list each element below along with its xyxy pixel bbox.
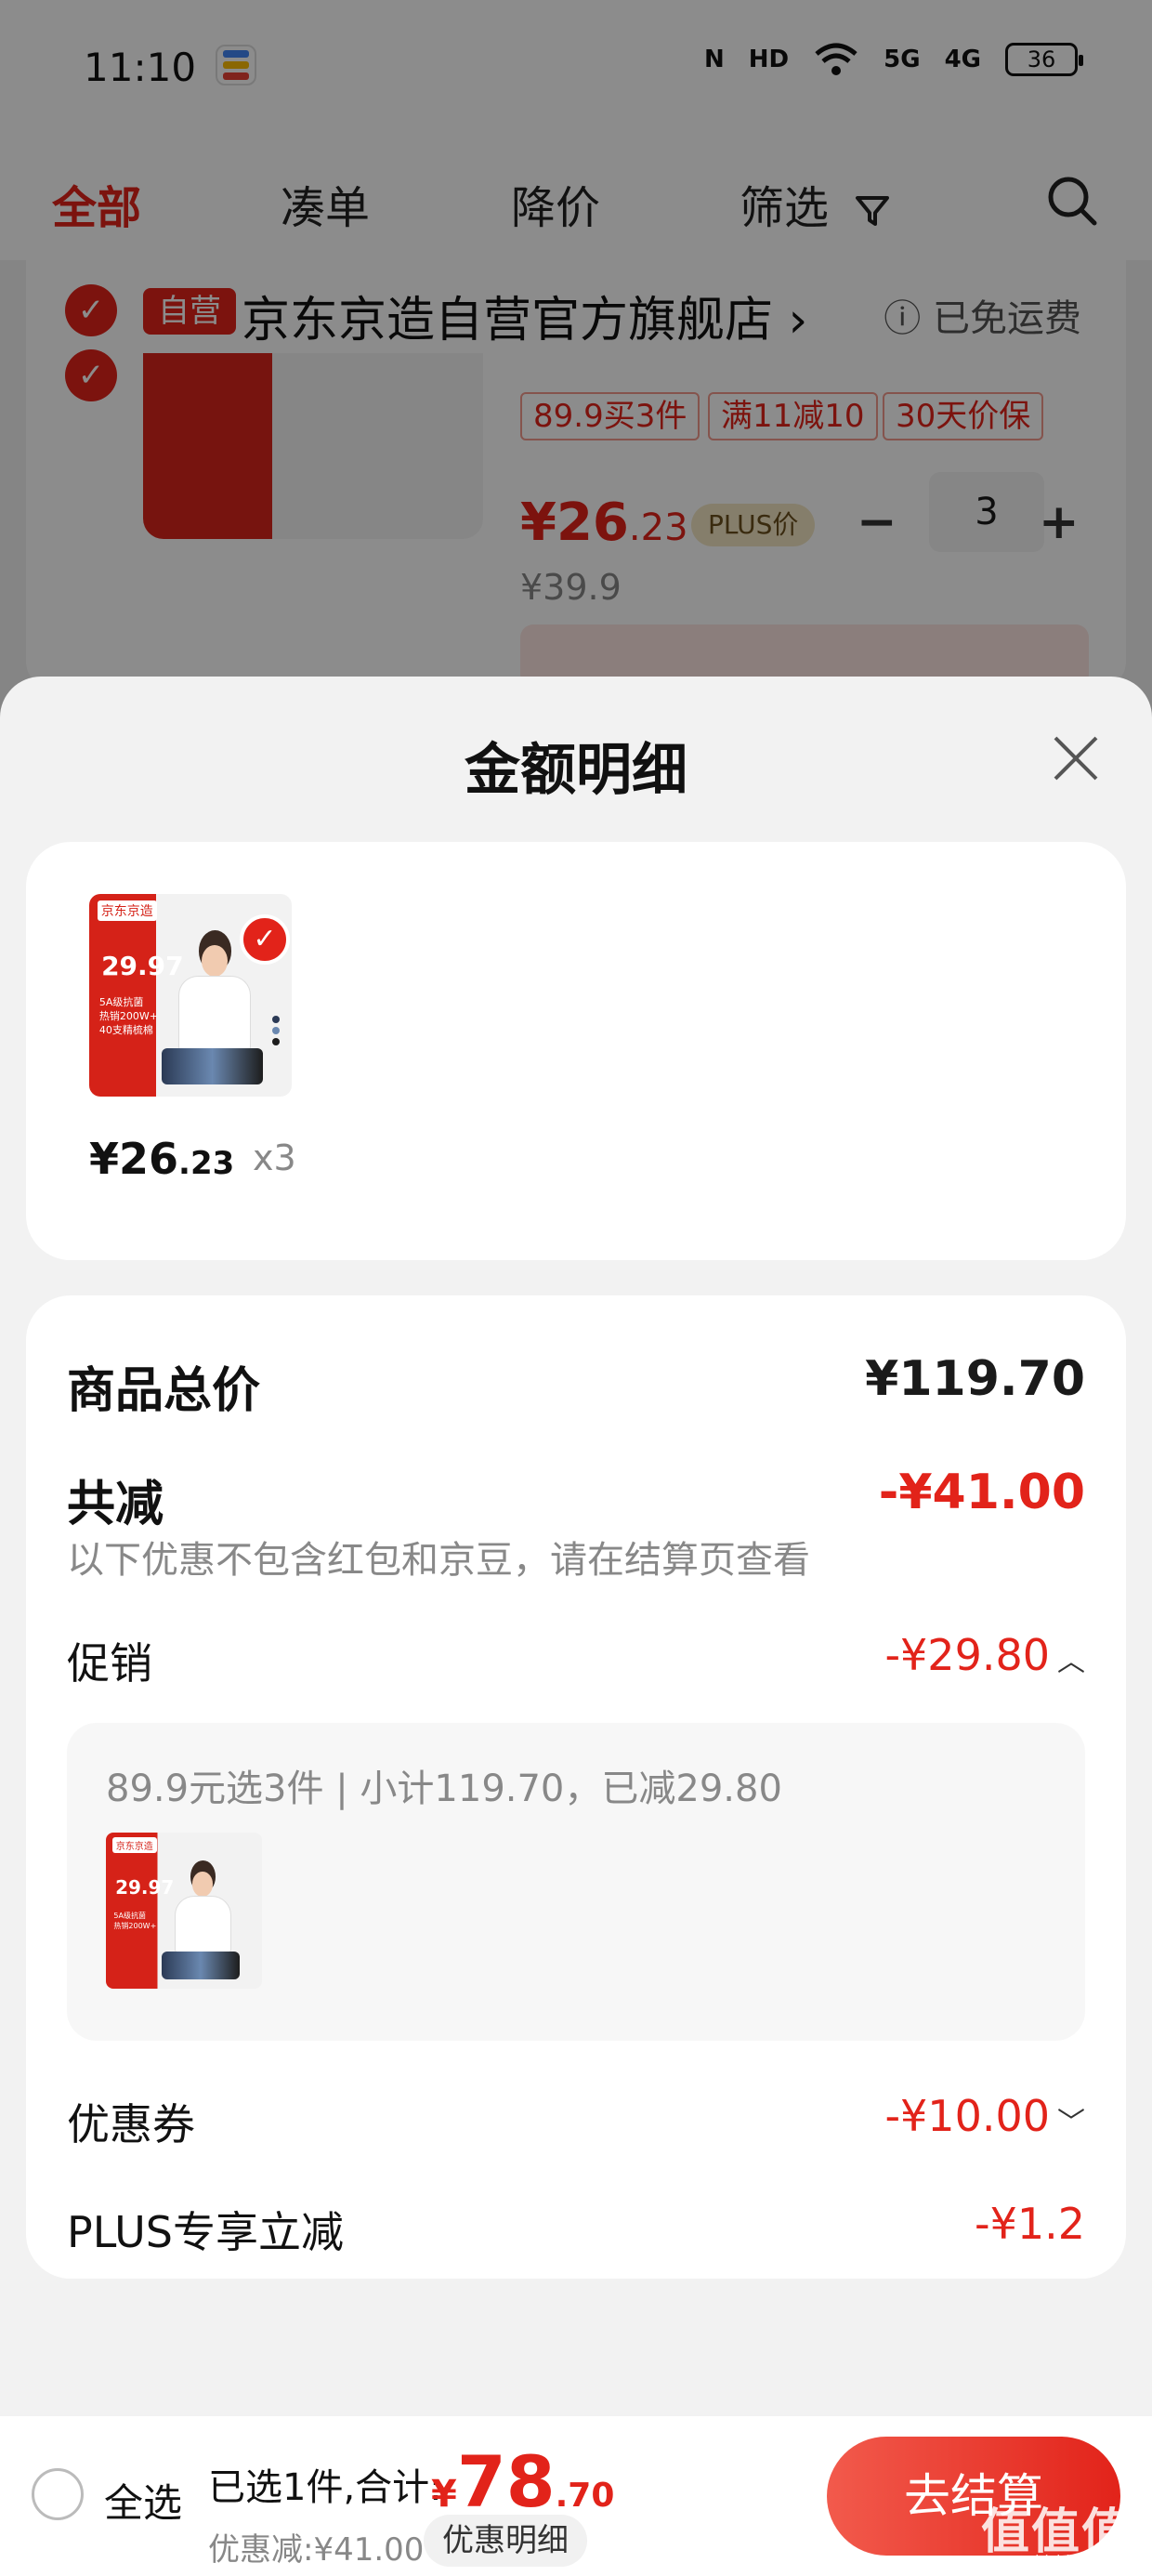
promotion-toggle[interactable]: -¥29.80 ︿ xyxy=(884,1630,1085,1680)
promotion-detail-box: 89.9元选3件 | 小计119.70，已减29.80 京东京造 29.97 5… xyxy=(67,1723,1085,2041)
item-price: ¥26.23 xyxy=(89,1134,234,1184)
promotion-label: 促销 xyxy=(67,1638,152,1689)
watermark-url: zhizhizhi.com xyxy=(1027,2552,1128,2569)
total-main: 78 xyxy=(456,2440,556,2523)
promotion-value: -¥29.80 xyxy=(884,1630,1050,1680)
thumb-price: 29.97 xyxy=(101,951,184,982)
selected-summary: 已选1件,合计: xyxy=(208,2466,442,2509)
thumb-line: 40支精梳棉 xyxy=(98,1024,153,1036)
color-dots xyxy=(271,1015,280,1049)
sheet-title: 金额明细 xyxy=(465,738,687,803)
pants-illustration xyxy=(162,1951,241,1979)
thumb-price: 29.97 xyxy=(115,1876,175,1899)
item-quantity: x3 xyxy=(253,1137,296,1178)
plus-discount-label: PLUS专享立减 xyxy=(67,2207,344,2257)
promotion-description: 89.9元选3件 | 小计119.70，已减29.80 xyxy=(106,1768,782,1810)
checkout-bar: 全选 已选1件,合计: ¥78.70 优惠减:¥41.00 优惠明细 去结算 值… xyxy=(0,2416,1152,2576)
thumb-line: 热销200W+ xyxy=(113,1922,157,1930)
item-price-decimal: .23 xyxy=(178,1145,235,1182)
discount-note: 以下优惠不包含红包和京豆，请在结算页查看 xyxy=(67,1539,810,1582)
discount-detail-button[interactable]: 优惠明细 xyxy=(424,2515,587,2567)
total-yen: ¥ xyxy=(431,2473,457,2516)
selected-check-icon: ✓ xyxy=(240,914,290,965)
price-summary-card: 商品总价 ¥119.70 共减 -¥41.00 以下优惠不包含红包和京豆，请在结… xyxy=(26,1295,1126,2279)
thumb-line: 热销200W+ xyxy=(98,1010,158,1022)
total-decimal: .70 xyxy=(555,2477,615,2515)
thumb-text: 5A级抗菌热销200W+ 40支精梳棉 xyxy=(99,995,158,1037)
goods-total-value: ¥119.70 xyxy=(865,1351,1085,1407)
selected-total: ¥78.70 xyxy=(431,2440,614,2523)
price-detail-sheet: 金额明细 京东京造 29.97 5A级抗菌 热销200W+ 40支精梳棉 ✓ ¥26… xyxy=(0,677,1152,2576)
discount-line: 优惠减:¥41.00 xyxy=(208,2531,425,2569)
coupon-value: -¥10.00 xyxy=(884,2091,1050,2141)
model-figure xyxy=(172,1860,234,1955)
pants-illustration xyxy=(162,1047,264,1084)
thumb-brand: 京东京造 xyxy=(97,900,157,921)
thumb-brand: 京东京造 xyxy=(111,1837,157,1854)
item-price-main: ¥26 xyxy=(89,1134,179,1184)
total-discount-label: 共减 xyxy=(67,1477,164,1532)
goods-total-label: 商品总价 xyxy=(67,1363,261,1419)
thumb-line: 5A级抗菌 xyxy=(98,996,144,1008)
coupon-toggle[interactable]: -¥10.00 ﹀ xyxy=(884,2091,1085,2141)
thumb-text: 5A级抗菌热销200W+ xyxy=(113,1911,156,1931)
promotion-product-thumbnail[interactable]: 京东京造 29.97 5A级抗菌热销200W+ xyxy=(106,1833,262,1989)
selected-items-card: 京东京造 29.97 5A级抗菌热销200W+ 40支精梳棉 ✓ ¥26.23 x… xyxy=(26,842,1126,1260)
coupon-label: 优惠券 xyxy=(67,2099,195,2149)
plus-discount-value: -¥1.2 xyxy=(974,2199,1085,2249)
thumb-line: 5A级抗菌 xyxy=(113,1912,146,1920)
product-thumbnail[interactable]: 京东京造 29.97 5A级抗菌热销200W+ 40支精梳棉 ✓ xyxy=(89,894,292,1097)
close-icon[interactable] xyxy=(1048,730,1104,786)
chevron-down-icon: ﹀ xyxy=(1057,2106,1085,2139)
select-all-radio[interactable] xyxy=(32,2468,84,2520)
chevron-up-icon: ︿ xyxy=(1057,1645,1085,1678)
total-discount-value: -¥41.00 xyxy=(878,1465,1085,1520)
select-all-label[interactable]: 全选 xyxy=(104,2472,182,2529)
